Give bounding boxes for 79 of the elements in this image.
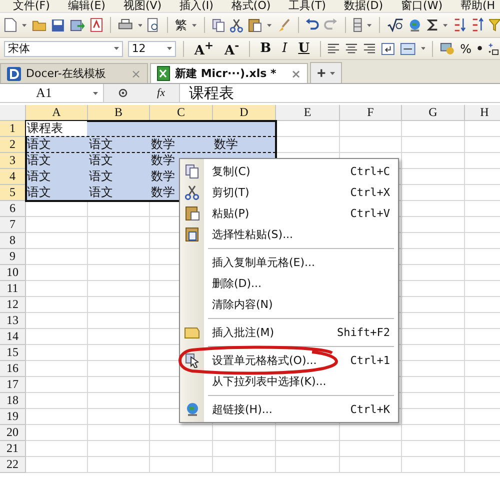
menu-bar-item[interactable]: 文件(F) — [4, 0, 59, 12]
column-header[interactable]: E — [276, 105, 340, 121]
menu-item[interactable]: 超链接(H)... Ctrl+K — [180, 399, 398, 420]
column-header[interactable]: A — [26, 105, 88, 121]
menu-bar-item[interactable]: 工具(T) — [280, 0, 335, 12]
menu-item[interactable]: 从下拉列表中选择(K)... — [180, 371, 398, 392]
menu-item[interactable]: 插入复制单元格(E)... — [180, 252, 398, 273]
row-header[interactable]: 20 — [0, 425, 26, 441]
formula-field[interactable]: 课程表 — [180, 84, 234, 102]
table-cell: 数学 — [150, 137, 175, 152]
underline-button[interactable]: U — [295, 41, 313, 56]
table-cell: 数学 — [150, 169, 175, 184]
menu-item[interactable]: 删除(D)... — [180, 273, 398, 294]
row-header[interactable]: 19 — [0, 409, 26, 425]
bold-button[interactable]: B — [257, 41, 274, 56]
percent-button[interactable]: % — [460, 42, 472, 56]
row-header[interactable]: 9 — [0, 249, 26, 265]
row-header[interactable]: 17 — [0, 377, 26, 393]
row-header[interactable]: 1 — [0, 121, 26, 137]
row-header[interactable]: 6 — [0, 201, 26, 217]
row-header[interactable]: 8 — [0, 233, 26, 249]
menu-bar-item[interactable]: 数据(D) — [334, 0, 392, 12]
menu-item[interactable]: 粘贴(P) Ctrl+V — [180, 203, 398, 224]
menu-item[interactable]: 设置单元格格式(O)... Ctrl+1 — [180, 350, 398, 371]
menu-bar-item[interactable]: 窗口(W) — [392, 0, 452, 12]
close-icon[interactable]: × — [290, 66, 301, 80]
column-header[interactable]: H — [465, 105, 500, 121]
traditional-chinese-button[interactable]: 繁 — [174, 16, 187, 34]
table-cell: 语文 — [88, 185, 113, 200]
row-header[interactable]: 15 — [0, 345, 26, 361]
increase-font-button[interactable]: A$^{+}$ — [191, 38, 217, 58]
row-header[interactable]: 13 — [0, 313, 26, 329]
menu-item[interactable]: 清除内容(N) — [180, 294, 398, 315]
menu-item[interactable]: 复制(C) Ctrl+C — [180, 161, 398, 182]
menu-item[interactable]: 剪切(T) Ctrl+X — [180, 182, 398, 203]
table-cell: 语文 — [88, 169, 113, 184]
function-button[interactable]: fx — [157, 87, 165, 99]
row-header[interactable]: 10 — [0, 265, 26, 281]
row-header[interactable]: 11 — [0, 281, 26, 297]
row-header[interactable]: 4 — [0, 169, 26, 185]
row-header[interactable]: 12 — [0, 297, 26, 313]
row-header[interactable]: 14 — [0, 329, 26, 345]
table-cell: 数学 — [150, 153, 175, 168]
table-cell: 语文 — [88, 153, 113, 168]
table-cell: 语文 — [26, 185, 51, 200]
italic-button[interactable]: I — [279, 41, 290, 56]
menu-bar-item[interactable]: 帮助(H — [452, 0, 500, 12]
menu-bar-item[interactable]: 格式(O) — [222, 0, 280, 12]
table-cell: 语文 — [26, 169, 51, 184]
table-cell: 语文 — [26, 153, 51, 168]
column-header[interactable]: G — [402, 105, 465, 121]
table-cell: 数学 — [150, 185, 175, 200]
menu-bar-item[interactable]: 插入(I) — [170, 0, 222, 12]
table-cell: 课程表 — [26, 121, 87, 136]
menu-item[interactable]: 选择性粘贴(S)... — [180, 224, 398, 245]
row-header[interactable]: 21 — [0, 441, 26, 457]
column-header[interactable]: F — [340, 105, 402, 121]
row-header[interactable]: 22 — [0, 457, 26, 473]
column-header[interactable]: D — [213, 105, 276, 121]
column-header[interactable]: C — [150, 105, 213, 121]
font-size-field[interactable]: 12 — [128, 40, 176, 56]
menu-item[interactable]: 插入批注(M) Shift+F2 — [180, 322, 398, 343]
menu-bar-item[interactable]: 视图(V) — [114, 0, 171, 12]
row-header[interactable]: 7 — [0, 217, 26, 233]
document-tab[interactable]: Docer-在线模板 × — [0, 63, 148, 83]
row-header[interactable]: 5 — [0, 185, 26, 201]
new-tab-button[interactable]: + — [310, 62, 342, 83]
document-tab[interactable]: 新建 Micr···).xls * × — [150, 63, 308, 83]
row-header[interactable]: 2 — [0, 137, 26, 153]
table-cell: 语文 — [88, 137, 113, 152]
row-header[interactable]: 3 — [0, 153, 26, 169]
row-header[interactable]: 18 — [0, 393, 26, 409]
font-name-field[interactable]: 宋体 — [4, 40, 123, 56]
table-cell: 数学 — [213, 137, 238, 152]
decrease-font-button[interactable]: A$^{-}$ — [222, 38, 242, 58]
column-header[interactable]: B — [88, 105, 150, 121]
table-cell: 语文 — [26, 137, 51, 152]
menu-bar-item[interactable]: 编辑(E) — [58, 0, 114, 12]
row-header[interactable]: 16 — [0, 361, 26, 377]
